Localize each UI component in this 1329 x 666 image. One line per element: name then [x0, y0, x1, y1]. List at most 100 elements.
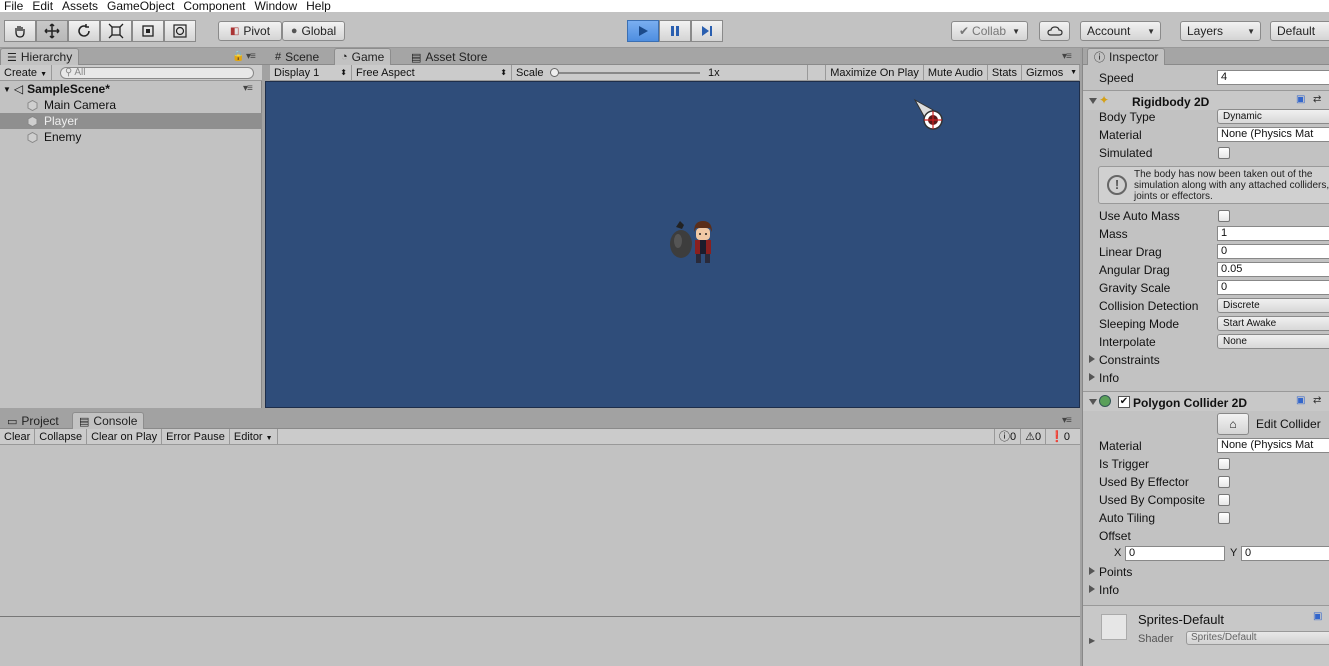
- help-icon[interactable]: ▣: [1296, 395, 1305, 406]
- updown-arrow-icon: ⬍: [500, 67, 507, 77]
- polygon-collider-header[interactable]: ✔ Polygon Collider 2D ▣ ⇄: [1083, 391, 1329, 411]
- offset-x-field[interactable]: 0: [1125, 546, 1225, 561]
- pause-button[interactable]: [659, 20, 691, 42]
- rotate-tool-button[interactable]: [68, 20, 100, 42]
- shader-dropdown[interactable]: Sprites/Default: [1186, 631, 1329, 645]
- angular-drag-field[interactable]: 0.05: [1217, 262, 1329, 277]
- scale-tool-button[interactable]: [100, 20, 132, 42]
- used-by-composite-checkbox[interactable]: [1218, 494, 1230, 506]
- sleeping-mode-dropdown[interactable]: Start Awake: [1217, 316, 1329, 331]
- body-type-dropdown[interactable]: Dynamic: [1217, 109, 1329, 124]
- tab-scene[interactable]: # Scene: [268, 48, 326, 65]
- collapse-toggle[interactable]: Collapse: [35, 428, 88, 445]
- collider-info-foldout[interactable]: Info: [1083, 581, 1329, 599]
- menu-gameobject[interactable]: GameObject: [103, 0, 179, 12]
- hierarchy-item-enemy[interactable]: Enemy: [0, 129, 262, 145]
- settings-icon[interactable]: ⇄: [1313, 395, 1321, 406]
- display-dropdown[interactable]: Display 1 ⬍: [270, 64, 352, 81]
- warning-count-toggle[interactable]: ⚠0: [1021, 428, 1047, 445]
- collapse-label: Collapse: [39, 430, 83, 443]
- used-by-effector-checkbox[interactable]: [1218, 476, 1230, 488]
- scene-row[interactable]: ▼ ◁ SampleScene* ▾≡: [0, 81, 262, 97]
- linear-drag-field[interactable]: 0: [1217, 244, 1329, 259]
- material-field[interactable]: None (Physics Mat: [1217, 127, 1329, 142]
- constraints-label: Constraints: [1099, 353, 1160, 367]
- mute-audio-toggle[interactable]: Mute Audio: [924, 64, 988, 81]
- stats-toggle[interactable]: Stats: [988, 64, 1022, 81]
- step-button[interactable]: [691, 20, 723, 42]
- cloud-button[interactable]: [1039, 21, 1070, 41]
- transform-tool-button[interactable]: [164, 20, 196, 42]
- play-button[interactable]: [627, 20, 659, 42]
- tab-game[interactable]: ◔ Game: [334, 48, 392, 65]
- info-count-toggle[interactable]: ⓘ0: [994, 428, 1022, 445]
- mass-field[interactable]: 1: [1217, 226, 1329, 241]
- error-pause-toggle[interactable]: Error Pause: [162, 428, 230, 445]
- game-viewport[interactable]: [265, 81, 1080, 408]
- layers-dropdown[interactable]: Layers ▼: [1180, 21, 1261, 41]
- help-icon[interactable]: ▣: [1296, 94, 1305, 105]
- offset-y-field[interactable]: 0: [1241, 546, 1329, 561]
- tab-hierarchy[interactable]: ☰ Hierarchy: [0, 48, 80, 65]
- collider-material-field[interactable]: None (Physics Mat: [1217, 438, 1329, 453]
- tab-console[interactable]: ▤ Console: [72, 412, 145, 429]
- hierarchy-item-player[interactable]: Player: [0, 113, 262, 129]
- gizmos-dropdown[interactable]: Gizmos ▼: [1022, 64, 1080, 81]
- editor-dropdown[interactable]: Editor ▼: [230, 428, 278, 445]
- menu-assets[interactable]: Assets: [58, 0, 103, 12]
- menu-edit[interactable]: Edit: [28, 0, 58, 12]
- tab-project[interactable]: ▭ Project: [0, 412, 66, 429]
- panel-menu-icon[interactable]: ▾≡: [246, 51, 256, 62]
- simulated-checkbox[interactable]: [1218, 147, 1230, 159]
- menu-window[interactable]: Window: [250, 0, 302, 12]
- tab-inspector[interactable]: ⓘ Inspector: [1087, 48, 1166, 65]
- points-foldout[interactable]: Points: [1083, 563, 1329, 581]
- panel-menu-icon[interactable]: ▾≡: [1062, 51, 1072, 62]
- aspect-dropdown[interactable]: Free Aspect ⬍: [352, 64, 512, 81]
- use-auto-mass-checkbox[interactable]: [1218, 210, 1230, 222]
- hierarchy-search-input[interactable]: ⚲ All: [60, 66, 254, 79]
- auto-tiling-checkbox[interactable]: [1218, 512, 1230, 524]
- tab-asset-store[interactable]: ▤ Asset Store: [404, 48, 494, 65]
- console-log-area[interactable]: [0, 447, 1080, 617]
- hand-tool-button[interactable]: [4, 20, 36, 42]
- interpolate-dropdown[interactable]: None: [1217, 334, 1329, 349]
- scale-slider-track[interactable]: [554, 71, 700, 74]
- scene-menu-icon[interactable]: ▾≡: [243, 83, 253, 94]
- panel-menu-icon[interactable]: ▾≡: [1062, 415, 1072, 426]
- collab-dropdown[interactable]: ✔ Collab ▼: [951, 21, 1028, 41]
- global-toggle[interactable]: ● Global: [282, 21, 345, 41]
- scale-slider-thumb[interactable]: [550, 67, 559, 77]
- maximize-on-play-toggle[interactable]: Maximize On Play: [825, 64, 924, 81]
- move-tool-button[interactable]: [36, 20, 68, 42]
- pivot-toggle[interactable]: ◧ Pivot: [218, 21, 282, 41]
- is-trigger-checkbox[interactable]: [1218, 458, 1230, 470]
- rigidbody2d-header[interactable]: ✦ Rigidbody 2D ▣ ⇄: [1083, 90, 1329, 110]
- menu-help[interactable]: Help: [302, 0, 336, 12]
- gizmos-label: Gizmos: [1026, 66, 1064, 79]
- layout-dropdown[interactable]: Default: [1270, 21, 1329, 41]
- lock-icon[interactable]: 🔒: [232, 51, 244, 62]
- pivot-label: Pivot: [243, 24, 271, 38]
- create-dropdown[interactable]: Create ▼: [0, 64, 52, 81]
- edit-collider-button[interactable]: ⌂: [1217, 413, 1249, 435]
- rigidbody-info-foldout[interactable]: Info: [1083, 369, 1329, 387]
- gravity-scale-field[interactable]: 0: [1217, 280, 1329, 295]
- constraints-foldout[interactable]: Constraints: [1083, 351, 1329, 369]
- hierarchy-item-main-camera[interactable]: Main Camera: [0, 97, 262, 113]
- menu-file[interactable]: File: [0, 0, 28, 12]
- help-icon[interactable]: ▣: [1313, 611, 1322, 622]
- clear-on-play-toggle[interactable]: Clear on Play: [87, 428, 163, 445]
- is-trigger-row: Is Trigger: [1083, 455, 1329, 473]
- menu-component[interactable]: Component: [179, 0, 250, 12]
- collider-enabled-checkbox[interactable]: ✔: [1118, 396, 1130, 408]
- collision-detection-dropdown[interactable]: Discrete: [1217, 298, 1329, 313]
- rect-tool-button[interactable]: [132, 20, 164, 42]
- account-dropdown[interactable]: Account ▼: [1080, 21, 1161, 41]
- clear-button[interactable]: Clear: [0, 428, 36, 445]
- error-count-toggle[interactable]: ❗0: [1046, 429, 1074, 445]
- speed-field[interactable]: 4: [1217, 70, 1329, 85]
- settings-icon[interactable]: ⇄: [1313, 94, 1321, 105]
- fold-closed-icon[interactable]: ▶: [1089, 636, 1095, 645]
- unity-scene-icon: ◁: [13, 82, 24, 96]
